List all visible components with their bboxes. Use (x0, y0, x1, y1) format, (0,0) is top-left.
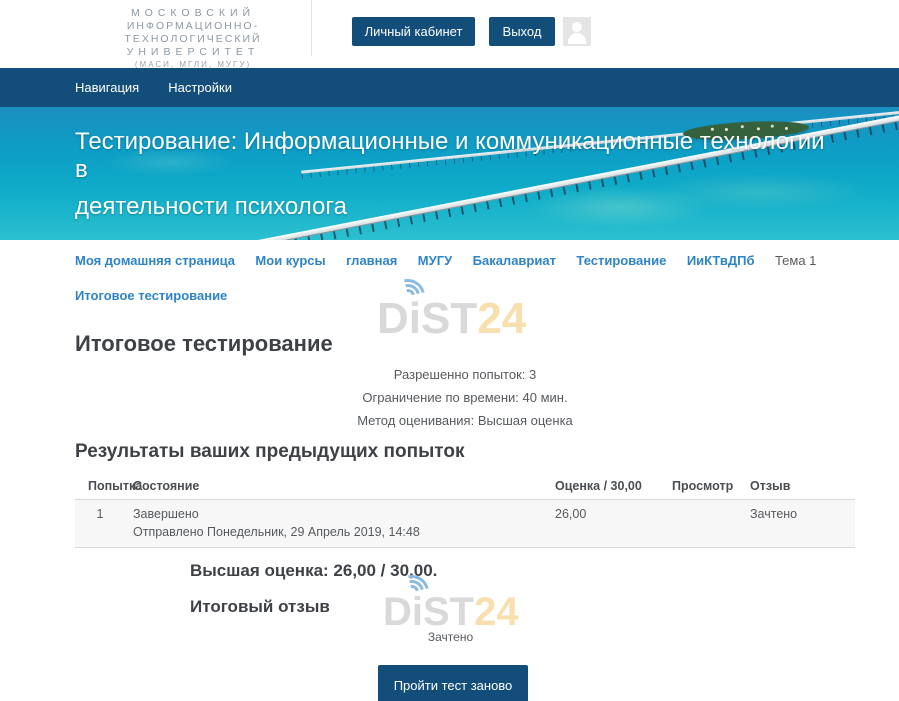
retake-quiz-button[interactable]: Пройти тест заново (378, 665, 528, 701)
grading-method: Метод оценивания: Высшая оценка (75, 409, 855, 432)
attempt-submitted-date: Отправлено Понедельник, 29 Апрель 2019, … (133, 525, 547, 539)
time-limit: Ограничение по времени: 40 мин. (75, 386, 855, 409)
attempt-state: Завершено (133, 507, 199, 521)
course-title-line1: Тестирование: Информационные и коммуника… (75, 128, 835, 184)
breadcrumb-row2: Итоговое тестирование (75, 287, 855, 305)
quiz-info: Разрешенно попыток: 3 Ограничение по вре… (75, 363, 855, 432)
column-header-state: Состояние (133, 470, 555, 500)
breadcrumb-final-test[interactable]: Итоговое тестирование (75, 288, 227, 303)
table-header-row: Попытка Состояние Оценка / 30,00 Просмот… (75, 470, 855, 500)
attempt-state-cell: Завершено Отправлено Понедельник, 29 Апр… (133, 500, 555, 548)
logout-button[interactable]: Выход (489, 17, 555, 46)
nav-item-navigation[interactable]: Навигация (75, 80, 139, 95)
university-logo: МОСКОВСКИЙ ИНФОРМАЦИОННО-ТЕХНОЛОГИЧЕСКИЙ… (73, 7, 313, 70)
page-title: Итоговое тестирование (75, 331, 333, 357)
best-grade: Высшая оценка: 26,00 / 30,00. (190, 561, 437, 581)
breadcrumb-my-home[interactable]: Моя домашняя страница (75, 253, 235, 268)
column-header-attempt: Попытка (75, 470, 133, 500)
personal-cabinet-button[interactable]: Личный кабинет (352, 17, 475, 46)
attempt-review-cell (672, 500, 750, 548)
results-heading: Результаты ваших предыдущих попыток (75, 441, 464, 463)
breadcrumb: Моя домашняя страница Мои курсы главная … (75, 252, 855, 270)
breadcrumb-iiktvdpb[interactable]: ИиКТвДПб (687, 253, 755, 268)
logo-line: МОСКОВСКИЙ (73, 7, 313, 20)
dist24-watermark: DiST24 (383, 592, 519, 632)
course-hero-banner: Тестирование: Информационные и коммуника… (0, 107, 899, 240)
breadcrumb-main[interactable]: главная (346, 253, 397, 268)
attempt-number-cell: 1 (75, 500, 133, 548)
logo-line: ИНФОРМАЦИОННО-ТЕХНОЛОГИЧЕСКИЙ (73, 20, 313, 46)
logo-line: УНИВЕРСИТЕТ (73, 46, 313, 59)
logo-divider (311, 0, 312, 56)
feedback-value: Зачтено (383, 630, 518, 644)
watermark-text-accent: 24 (474, 590, 519, 634)
table-row: 1 Завершено Отправлено Понедельник, 29 А… (75, 500, 855, 548)
site-header: МОСКОВСКИЙ ИНФОРМАЦИОННО-ТЕХНОЛОГИЧЕСКИЙ… (0, 0, 899, 68)
column-header-grade: Оценка / 30,00 (555, 470, 672, 500)
quiz-page: МОСКОВСКИЙ ИНФОРМАЦИОННО-ТЕХНОЛОГИЧЕСКИЙ… (0, 0, 899, 701)
main-navbar: Навигация Настройки (0, 68, 899, 107)
user-avatar[interactable] (563, 17, 591, 46)
course-title-line2: деятельности психолога (75, 193, 835, 221)
wifi-signal-icon (383, 592, 519, 632)
column-header-review: Просмотр (672, 470, 750, 500)
attempt-feedback-cell: Зачтено (750, 500, 855, 548)
breadcrumb-bachelor[interactable]: Бакалавриат (473, 253, 556, 268)
attempt-grade-cell: 26,00 (555, 500, 672, 548)
column-header-feedback: Отзыв (750, 470, 855, 500)
breadcrumb-topic1: Тема 1 (775, 253, 816, 268)
nav-item-settings[interactable]: Настройки (168, 80, 232, 95)
attempts-table: Попытка Состояние Оценка / 30,00 Просмот… (75, 470, 855, 548)
breadcrumb-testing[interactable]: Тестирование (576, 253, 666, 268)
breadcrumb-my-courses[interactable]: Мои курсы (255, 253, 325, 268)
overall-feedback-heading: Итоговый отзыв (190, 597, 330, 617)
watermark-text-gray: DiST (383, 590, 474, 634)
attempts-allowed: Разрешенно попыток: 3 (75, 363, 855, 386)
breadcrumb-mugu[interactable]: МУГУ (418, 253, 452, 268)
